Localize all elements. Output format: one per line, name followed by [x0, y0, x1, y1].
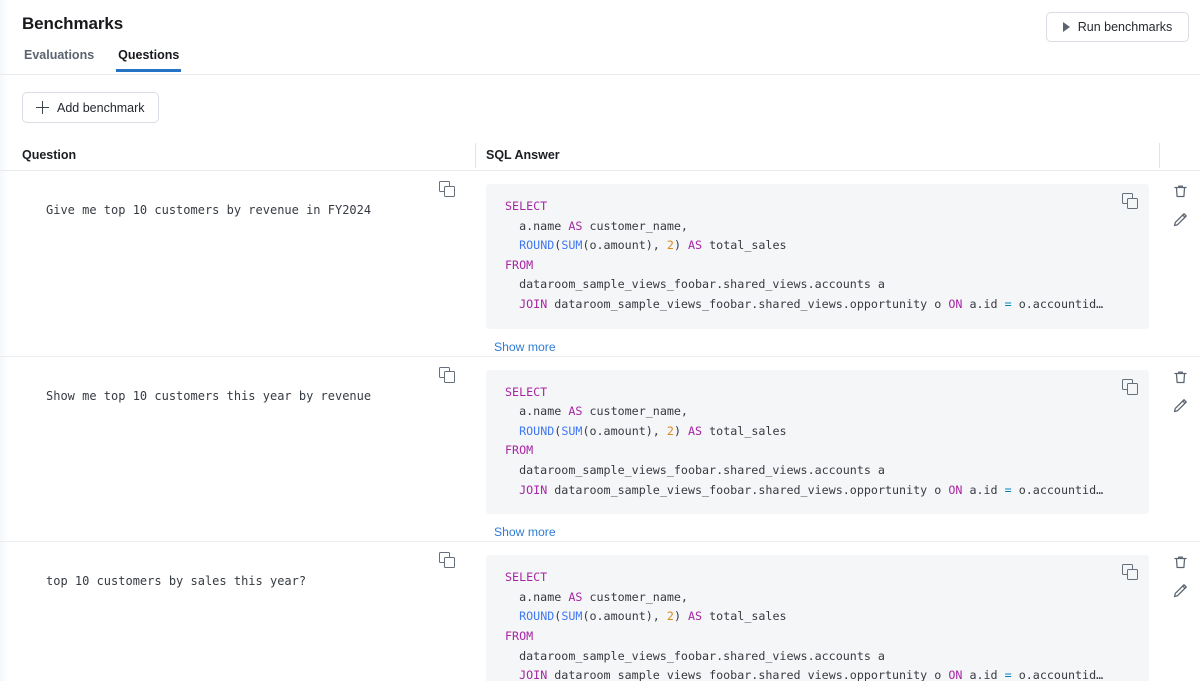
sql-code-block: SELECT a.name AS customer_name, ROUND(SU… — [486, 184, 1149, 329]
add-benchmark-label: Add benchmark — [57, 101, 145, 115]
tab-questions[interactable]: Questions — [116, 48, 181, 72]
table-row: Give me top 10 customers by revenue in F… — [0, 171, 1200, 357]
run-benchmarks-label: Run benchmarks — [1078, 20, 1173, 34]
copy-icon[interactable] — [439, 552, 454, 567]
question-cell: top 10 customers by sales this year? — [22, 542, 475, 681]
copy-icon[interactable] — [439, 181, 454, 196]
question-text: Show me top 10 customers this year by re… — [22, 387, 475, 405]
tab-evaluations[interactable]: Evaluations — [22, 48, 96, 72]
copy-icon[interactable] — [439, 367, 454, 382]
benchmarks-page: Benchmarks Evaluations Questions Run ben… — [0, 0, 1200, 681]
sql-code-block: SELECT a.name AS customer_name, ROUND(SU… — [486, 370, 1149, 515]
sql-code-text: SELECT a.name AS customer_name, ROUND(SU… — [505, 197, 1133, 315]
sql-code-text: SELECT a.name AS customer_name, ROUND(SU… — [505, 383, 1133, 501]
table-row: Show me top 10 customers this year by re… — [0, 357, 1200, 543]
page-title: Benchmarks — [22, 14, 1188, 34]
table-toolbar: Add benchmark — [0, 76, 1200, 123]
column-header-sql-answer: SQL Answer — [475, 148, 1200, 163]
column-header-question: Question — [22, 148, 475, 163]
question-text: Give me top 10 customers by revenue in F… — [22, 201, 475, 219]
table-row: top 10 customers by sales this year? SELE… — [0, 542, 1200, 681]
row-actions — [1160, 542, 1200, 681]
column-divider-1 — [475, 143, 476, 168]
tab-bar: Evaluations Questions — [22, 44, 1188, 72]
sql-answer-cell: SELECT a.name AS customer_name, ROUND(SU… — [475, 357, 1160, 542]
pencil-icon[interactable] — [1172, 211, 1189, 228]
copy-icon[interactable] — [1122, 193, 1137, 208]
add-benchmark-button[interactable]: Add benchmark — [22, 92, 159, 123]
sql-code-text: SELECT a.name AS customer_name, ROUND(SU… — [505, 568, 1133, 681]
plus-icon — [36, 101, 49, 114]
column-divider-2 — [1159, 143, 1160, 168]
row-actions — [1160, 171, 1200, 356]
show-more-link[interactable]: Show more — [494, 339, 556, 355]
show-more-link[interactable]: Show more — [494, 524, 556, 540]
page-header: Benchmarks Evaluations Questions Run ben… — [0, 0, 1200, 76]
pencil-icon[interactable] — [1172, 582, 1189, 599]
run-benchmarks-button[interactable]: Run benchmarks — [1046, 12, 1189, 42]
trash-icon[interactable] — [1172, 369, 1189, 386]
sql-answer-cell: SELECT a.name AS customer_name, ROUND(SU… — [475, 542, 1160, 681]
play-icon — [1063, 22, 1070, 32]
question-cell: Show me top 10 customers this year by re… — [22, 357, 475, 542]
table-header-row: Question SQL Answer — [0, 141, 1200, 171]
trash-icon[interactable] — [1172, 554, 1189, 571]
row-actions — [1160, 357, 1200, 542]
copy-icon[interactable] — [1122, 379, 1137, 394]
trash-icon[interactable] — [1172, 183, 1189, 200]
table-body: Give me top 10 customers by revenue in F… — [0, 171, 1200, 681]
benchmarks-table: Question SQL Answer Give me top 10 custo… — [0, 141, 1200, 681]
header-divider — [0, 74, 1200, 75]
question-cell: Give me top 10 customers by revenue in F… — [22, 171, 475, 356]
question-text: top 10 customers by sales this year? — [22, 572, 475, 590]
copy-icon[interactable] — [1122, 564, 1137, 579]
pencil-icon[interactable] — [1172, 397, 1189, 414]
sql-answer-cell: SELECT a.name AS customer_name, ROUND(SU… — [475, 171, 1160, 356]
sql-code-block: SELECT a.name AS customer_name, ROUND(SU… — [486, 555, 1149, 681]
